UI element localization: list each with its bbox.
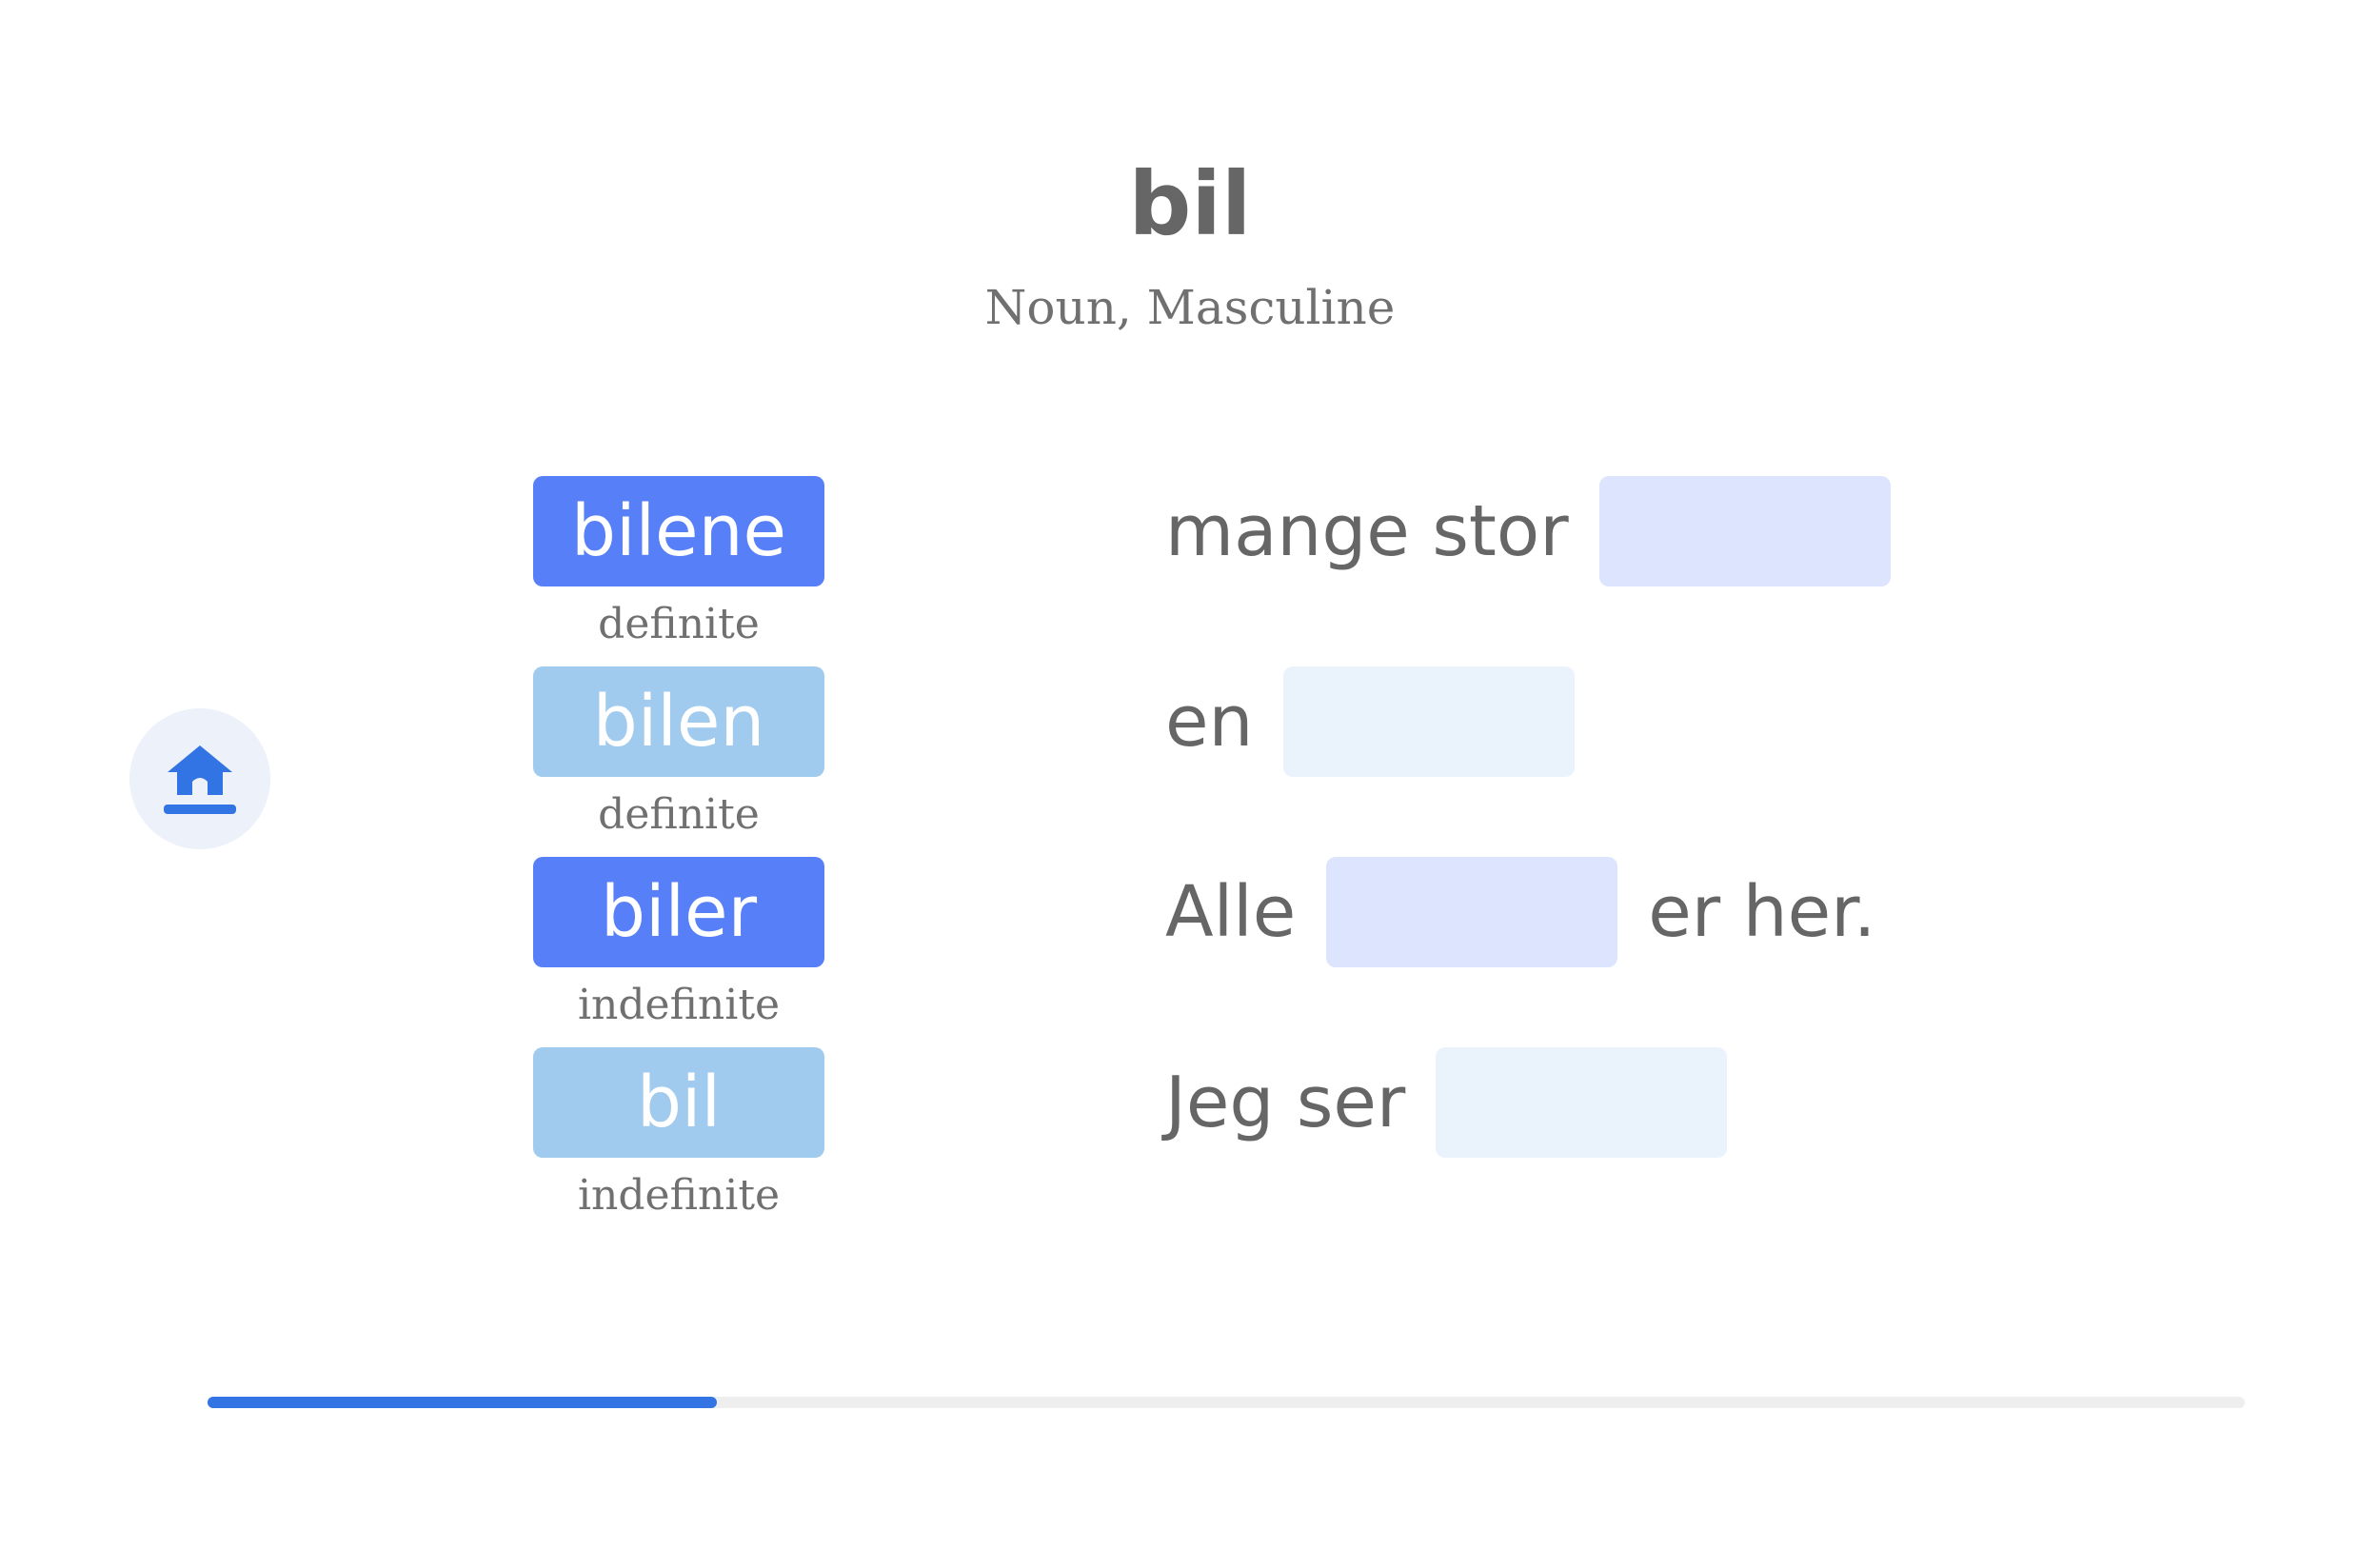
chip-label-indefinite: indefinite (577, 1171, 781, 1220)
sentence-1-drop-slot[interactable] (1598, 476, 1891, 586)
sentence-3-drop-slot[interactable] (1326, 857, 1618, 967)
progress-bar (208, 1397, 2245, 1408)
sentence-3: Alle er her. (1165, 857, 1875, 967)
chip-label-indefinite: indefinite (577, 981, 781, 1029)
sentence-3-text-after: er her. (1648, 871, 1876, 953)
progress-bar-fill (208, 1397, 717, 1408)
word-header: bil Noun, Masculine (0, 143, 2380, 341)
sentence-2: en (1165, 666, 1605, 777)
word-chip-bilen[interactable]: bilen (533, 666, 824, 777)
word-title: bil (1128, 153, 1252, 255)
word-chip-biler[interactable]: biler (533, 857, 824, 967)
home-icon (164, 745, 236, 814)
word-chip-bilene[interactable]: bilene (533, 476, 824, 586)
sentence-3-text-before: Alle (1165, 871, 1297, 953)
sentence-2-drop-slot[interactable] (1283, 666, 1576, 777)
word-chip-bil[interactable]: bil (533, 1047, 824, 1158)
sentence-1: mange stor (1165, 476, 1921, 586)
chip-label-definite: definite (598, 790, 760, 839)
chip-label-definite: definite (598, 600, 760, 648)
sentence-2-text-before: en (1165, 681, 1254, 763)
sentence-4-drop-slot[interactable] (1436, 1047, 1728, 1158)
word-grammar: Noun, Masculine (984, 280, 1396, 335)
sentence-1-text-before: mange stor (1165, 490, 1569, 572)
sentence-4: Jeg ser (1165, 1047, 1757, 1158)
home-button[interactable] (129, 708, 270, 849)
sentence-4-text-before: Jeg ser (1165, 1062, 1406, 1143)
